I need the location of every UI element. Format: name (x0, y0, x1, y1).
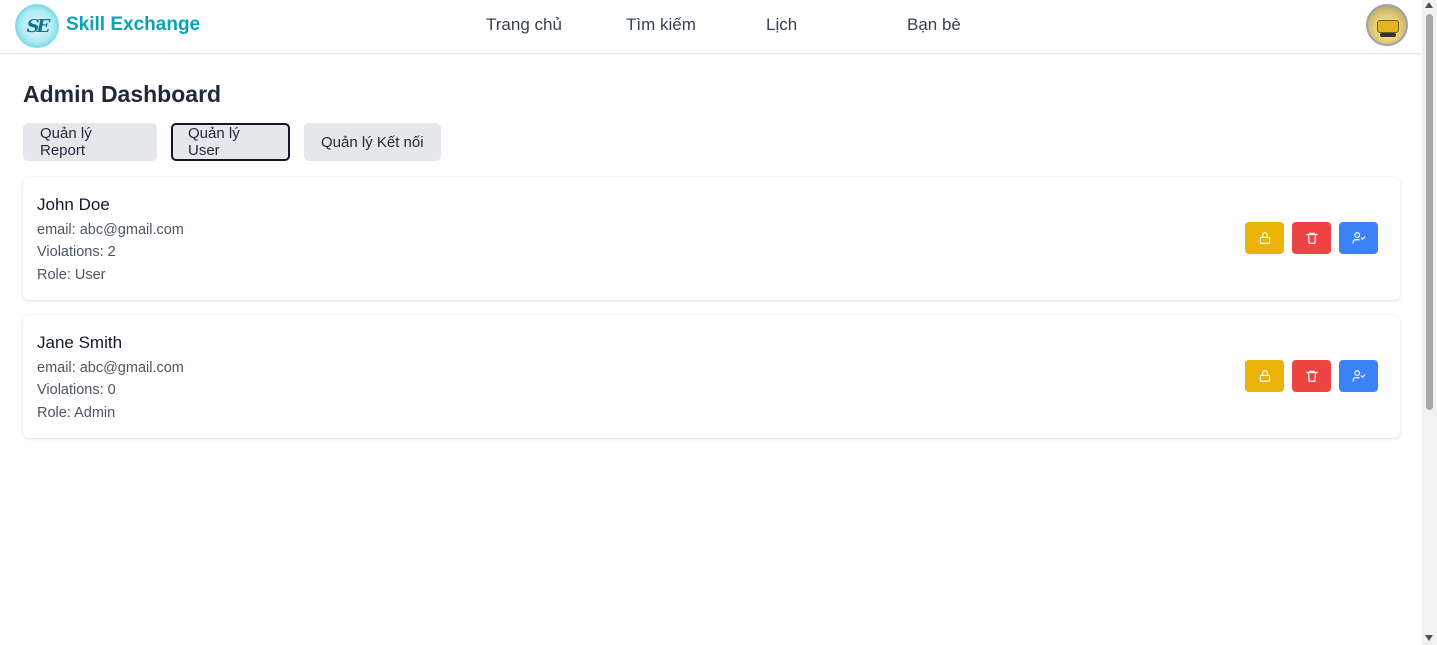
trash-icon (1305, 232, 1318, 244)
user-email: email: abc@gmail.com (37, 360, 184, 376)
change-role-button[interactable] (1339, 222, 1378, 254)
delete-user-button[interactable] (1292, 222, 1331, 254)
delete-user-button[interactable] (1292, 360, 1331, 392)
top-navbar: SE Skill Exchange Trang chủ Tìm kiếm Lịc… (0, 0, 1422, 54)
lock-icon (1259, 370, 1270, 382)
tab-report-management[interactable]: Quản lý Report (23, 123, 157, 161)
tab-connection-management[interactable]: Quản lý Kết nối (304, 123, 441, 161)
page-title: Admin Dashboard (23, 81, 222, 107)
user-card: Jane Smith email: abc@gmail.com Violatio… (23, 315, 1400, 438)
lock-icon (1259, 232, 1270, 244)
user-name: Jane Smith (37, 333, 123, 352)
user-role: Role: User (37, 267, 106, 283)
lock-user-button[interactable] (1245, 222, 1284, 254)
user-email: email: abc@gmail.com (37, 222, 184, 238)
scrollbar-thumb[interactable] (1426, 14, 1433, 410)
lock-user-button[interactable] (1245, 360, 1284, 392)
scroll-down-icon[interactable] (1425, 635, 1433, 641)
tab-user-management[interactable]: Quản lý User (171, 123, 290, 161)
vertical-scrollbar[interactable] (1422, 0, 1437, 645)
scroll-up-icon[interactable] (1425, 2, 1433, 8)
user-avatar[interactable] (1366, 4, 1408, 46)
nav-friends[interactable]: Bạn bè (907, 15, 961, 35)
nav-search[interactable]: Tìm kiếm (626, 15, 696, 35)
change-role-button[interactable] (1339, 360, 1378, 392)
trash-icon (1305, 370, 1318, 382)
user-violations: Violations: 0 (37, 382, 116, 398)
logo-text: SE (26, 15, 51, 37)
brand-name[interactable]: Skill Exchange (66, 14, 200, 36)
nav-home[interactable]: Trang chủ (486, 15, 562, 35)
nav-calendar[interactable]: Lịch (766, 15, 797, 35)
user-violations: Violations: 2 (37, 244, 116, 260)
user-check-icon (1352, 370, 1365, 382)
user-role: Role: Admin (37, 405, 116, 421)
user-check-icon (1352, 232, 1365, 244)
user-card: John Doe email: abc@gmail.com Violations… (23, 177, 1400, 300)
user-name: John Doe (37, 195, 110, 214)
app-logo[interactable]: SE (15, 4, 59, 48)
